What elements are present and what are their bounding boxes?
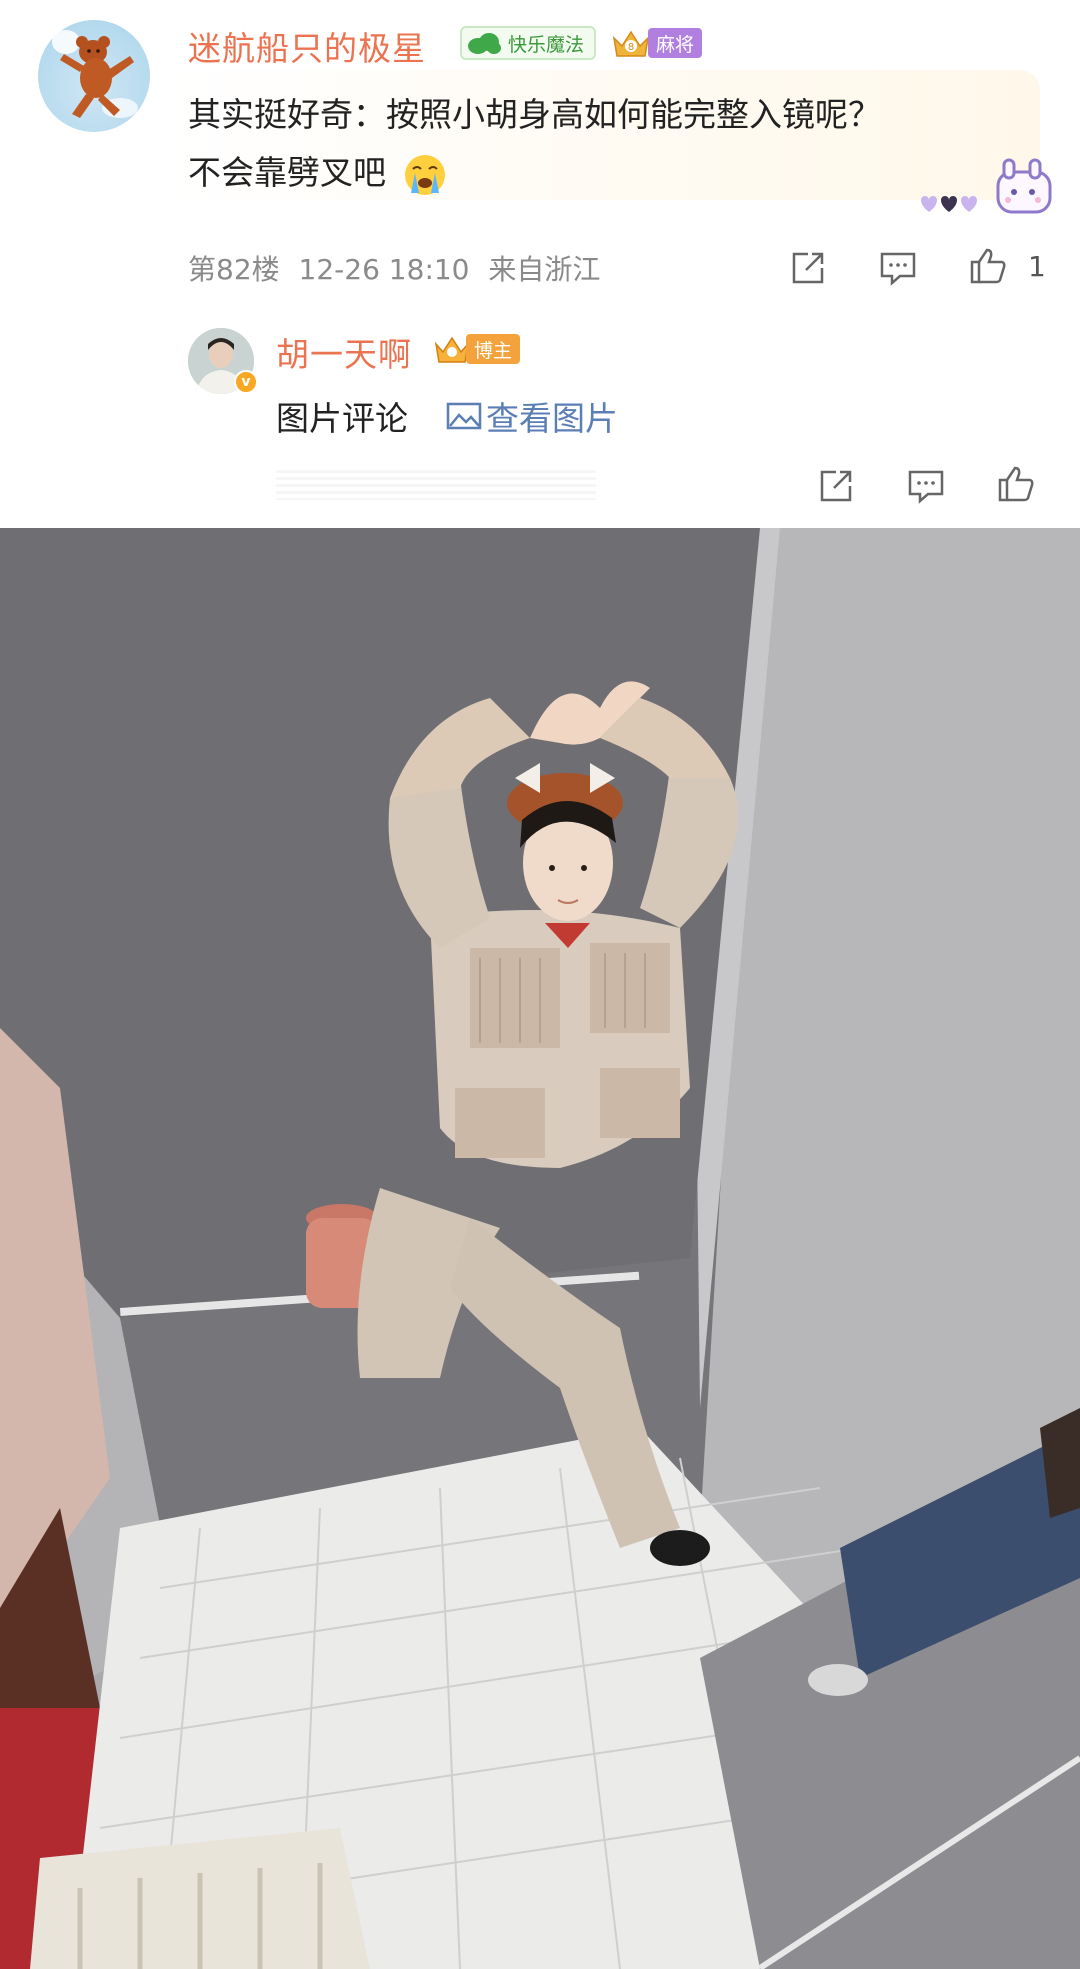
image-icon <box>446 402 482 430</box>
crown-icon: 8 <box>612 30 650 57</box>
mahjong-badge[interactable]: 8 麻将 <box>610 26 703 60</box>
hearts-decoration-icon <box>921 196 977 212</box>
view-image-link[interactable]: 查看图片 <box>446 392 618 440</box>
verified-badge-icon: v <box>234 370 258 394</box>
comment-text-line-1: 其实挺好奇：按照小胡身高如何能完整入镜呢？ <box>188 95 881 134</box>
reply-share-icon[interactable] <box>816 466 856 506</box>
comment-text-line-2: 不会靠劈叉吧 <box>188 153 386 192</box>
reply-comment-icon[interactable] <box>906 466 946 506</box>
comment-location: 来自浙江 <box>488 253 601 286</box>
floor-number: 第82楼 <box>188 253 280 286</box>
happy-magic-badge[interactable]: 快乐魔法 <box>460 26 597 60</box>
cloud-icon <box>468 33 501 54</box>
host-badge-label: 博主 <box>466 334 521 364</box>
comment-thread: 迷航船只的极星 快乐魔法 8 麻将 其实挺好奇：按照小胡身高如何能完整入镜呢？ … <box>0 0 1080 528</box>
bunny-sticker-icon <box>996 158 1052 214</box>
teddy-bear-avatar-icon <box>52 30 138 118</box>
like-count: 1 <box>1028 250 1046 283</box>
svg-text:8: 8 <box>628 42 634 53</box>
comment-date: 12-26 18:10 <box>298 253 470 286</box>
host-badge: 博主 <box>432 332 521 366</box>
reply-text: 图片评论 <box>276 399 408 438</box>
reply-like-icon[interactable] <box>996 464 1036 504</box>
like-icon[interactable] <box>968 246 1008 286</box>
fitting-room-photo <box>0 528 1080 1969</box>
reply-photo[interactable] <box>0 528 1080 1969</box>
share-icon[interactable] <box>788 248 828 288</box>
mahjong-badge-label: 麻将 <box>648 28 703 58</box>
commenter-username[interactable]: 迷航船只的极星 <box>188 22 426 70</box>
comment-icon[interactable] <box>878 248 918 288</box>
blogger-username[interactable]: 胡一天啊 <box>276 328 412 376</box>
commenter-avatar[interactable] <box>38 20 150 132</box>
view-image-label: 查看图片 <box>486 399 618 438</box>
crying-emoji-icon <box>404 154 445 195</box>
happy-magic-badge-label: 快乐魔法 <box>508 33 585 56</box>
comment-text[interactable]: 其实挺好奇：按照小胡身高如何能完整入镜呢？ 不会靠劈叉吧 <box>188 86 1028 202</box>
comment-meta: 第82楼 12-26 18:10 来自浙江 <box>188 248 610 288</box>
comment-text-line-2-wrap: 不会靠劈叉吧 <box>188 144 1028 202</box>
reply-faded-text <box>276 470 596 500</box>
